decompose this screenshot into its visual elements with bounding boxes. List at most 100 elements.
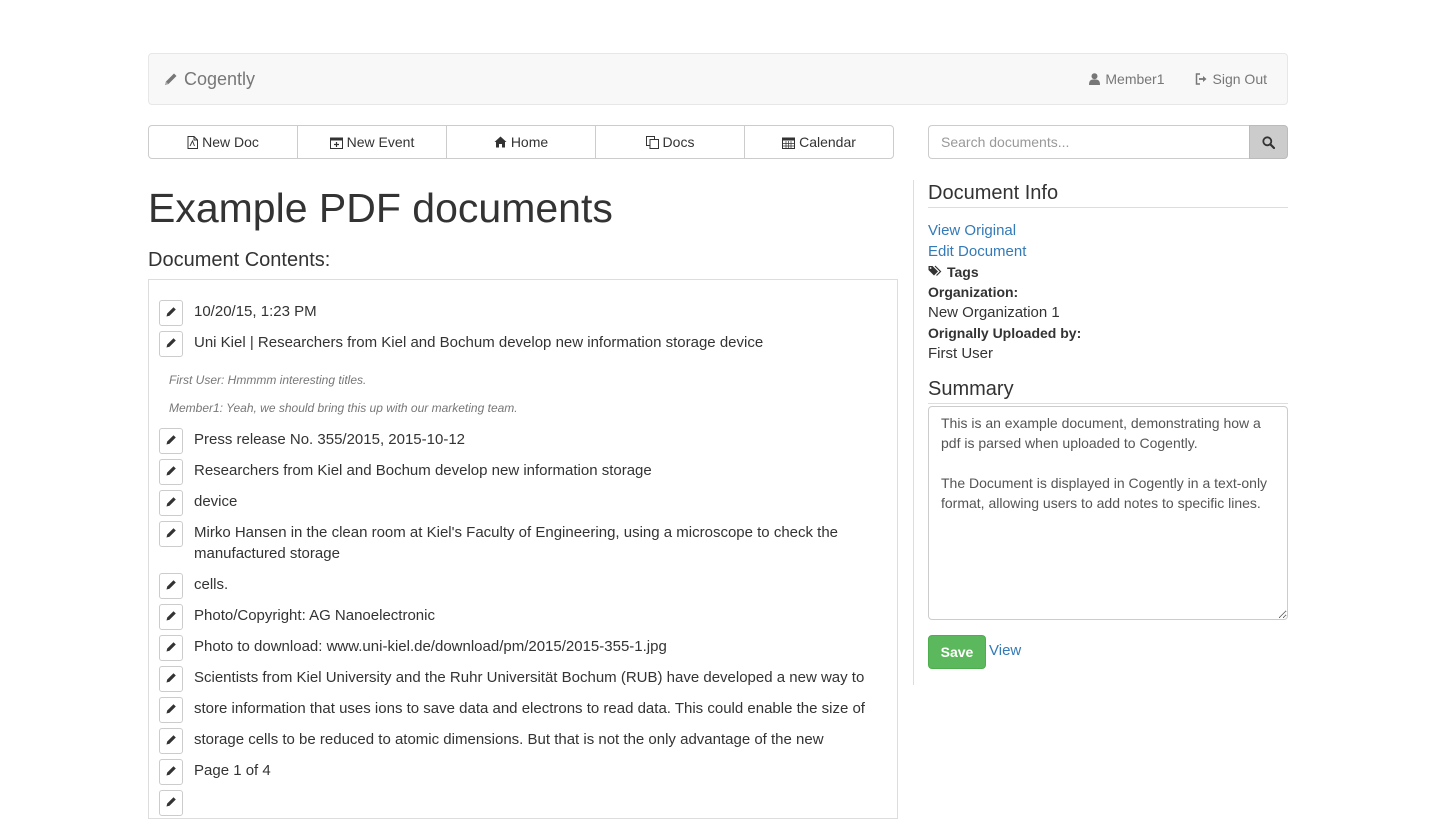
document-line: Researchers from Kiel and Bochum develop… bbox=[159, 459, 879, 485]
edit-line-button[interactable] bbox=[159, 759, 183, 785]
brand[interactable]: Cogently bbox=[164, 54, 255, 104]
pencil-icon bbox=[166, 432, 177, 450]
organization-value: New Organization 1 bbox=[928, 304, 1060, 321]
line-text: device bbox=[194, 493, 238, 510]
new-doc-button[interactable]: New Doc bbox=[148, 125, 298, 159]
column-divider bbox=[913, 180, 914, 685]
new-doc-label: New Doc bbox=[202, 134, 259, 150]
line-text: Researchers from Kiel and Bochum develop… bbox=[194, 462, 652, 479]
edit-line-button[interactable] bbox=[159, 666, 183, 692]
edit-line-button[interactable] bbox=[159, 459, 183, 485]
edit-document-link[interactable]: Edit Document bbox=[928, 241, 1288, 262]
line-text: Mirko Hansen in the clean room at Kiel's… bbox=[194, 524, 839, 562]
pencil-icon bbox=[166, 494, 177, 512]
pencil-icon bbox=[166, 701, 177, 719]
view-original-link[interactable]: View Original bbox=[928, 220, 1288, 241]
edit-line-button[interactable] bbox=[159, 331, 183, 357]
document-line: Photo to download: www.uni-kiel.de/downl… bbox=[159, 635, 879, 661]
calendar-button[interactable]: Calendar bbox=[744, 125, 894, 159]
line-text: Uni Kiel | Researchers from Kiel and Boc… bbox=[194, 334, 764, 351]
docs-label: Docs bbox=[662, 134, 695, 150]
document-line: Photo/Copyright: AG Nanoelectronic bbox=[159, 604, 879, 630]
pencil-icon bbox=[166, 794, 177, 812]
edit-line-button[interactable] bbox=[159, 573, 183, 599]
document-line: Scientists from Kiel University and the … bbox=[159, 666, 879, 692]
sign-out-icon bbox=[1195, 73, 1208, 85]
document-line: 10/20/15, 1:23 PM bbox=[159, 300, 879, 326]
edit-line-button[interactable] bbox=[159, 428, 183, 454]
document-info-heading: Document Info bbox=[928, 180, 1288, 208]
line-text: Press release No. 355/2015, 2015-10-12 bbox=[194, 431, 466, 448]
pencil-icon bbox=[166, 732, 177, 750]
pencil-icon bbox=[166, 335, 177, 353]
line-text: 10/20/15, 1:23 PM bbox=[194, 303, 317, 320]
line-note: First User: Hmmmm interesting titles. bbox=[169, 373, 367, 387]
brand-label: Cogently bbox=[184, 69, 256, 89]
search-input[interactable] bbox=[928, 125, 1249, 159]
uploaded-by-label: Orignally Uploaded by: bbox=[928, 325, 1082, 341]
home-button[interactable]: Home bbox=[446, 125, 596, 159]
sign-out-label: Sign Out bbox=[1212, 71, 1267, 87]
save-button[interactable]: Save bbox=[928, 635, 986, 669]
document-line: cells. bbox=[159, 573, 879, 599]
pdf-file-icon bbox=[187, 135, 199, 149]
document-contents[interactable]: 10/20/15, 1:23 PM Uni Kiel | Researchers… bbox=[148, 279, 898, 819]
calendar-label: Calendar bbox=[799, 134, 856, 150]
document-line: Press release No. 355/2015, 2015-10-12 bbox=[159, 428, 879, 454]
pencil-icon bbox=[166, 639, 177, 657]
search-icon bbox=[1262, 135, 1275, 149]
line-text: Photo/Copyright: AG Nanoelectronic bbox=[194, 607, 435, 624]
tags-row: Tags bbox=[928, 262, 1288, 282]
document-line: storage cells to be reduced to atomic di… bbox=[159, 728, 879, 754]
edit-line-button[interactable] bbox=[159, 697, 183, 723]
tags-label: Tags bbox=[947, 264, 979, 280]
uploaded-by-value: First User bbox=[928, 345, 993, 362]
line-text: Page 1 of 4 bbox=[194, 762, 271, 779]
tags-icon bbox=[928, 262, 943, 282]
view-link[interactable]: View bbox=[989, 642, 1021, 659]
pencil-icon bbox=[166, 608, 177, 626]
user-icon bbox=[1089, 73, 1101, 85]
search-bar bbox=[928, 125, 1288, 159]
main-toolbar: New Doc New Event Home Docs Calendar bbox=[148, 125, 894, 159]
summary-heading: Summary bbox=[928, 376, 1288, 404]
document-line bbox=[159, 790, 879, 816]
line-text: cells. bbox=[194, 576, 229, 593]
home-icon bbox=[494, 136, 507, 148]
document-line: Mirko Hansen in the clean room at Kiel's… bbox=[159, 521, 879, 564]
sign-out-link[interactable]: Sign Out bbox=[1195, 71, 1267, 87]
edit-line-button[interactable] bbox=[159, 300, 183, 326]
edit-line-button[interactable] bbox=[159, 521, 183, 547]
search-button[interactable] bbox=[1249, 125, 1288, 159]
pencil-icon bbox=[166, 525, 177, 543]
edit-line-button[interactable] bbox=[159, 604, 183, 630]
edit-line-button[interactable] bbox=[159, 490, 183, 516]
document-line: device bbox=[159, 490, 879, 516]
document-line: Uni Kiel | Researchers from Kiel and Boc… bbox=[159, 331, 879, 357]
document-line: Page 1 of 4 bbox=[159, 759, 879, 785]
navbar: Cogently Member1 Sign Out bbox=[148, 53, 1288, 105]
pencil-icon bbox=[166, 304, 177, 322]
summary-textarea[interactable]: This is an example document, demonstrati… bbox=[928, 406, 1288, 620]
organization-label: Organization: bbox=[928, 284, 1019, 300]
new-event-button[interactable]: New Event bbox=[297, 125, 447, 159]
pencil-icon bbox=[166, 670, 177, 688]
edit-line-button[interactable] bbox=[159, 728, 183, 754]
line-text: storage cells to be reduced to atomic di… bbox=[194, 731, 824, 748]
pencil-icon bbox=[166, 763, 177, 781]
contents-heading: Document Contents: bbox=[148, 249, 331, 271]
calendar-icon bbox=[782, 136, 796, 149]
line-note: Member1: Yeah, we should bring this up w… bbox=[169, 401, 518, 415]
user-label: Member1 bbox=[1105, 71, 1165, 87]
line-text: Scientists from Kiel University and the … bbox=[194, 669, 865, 686]
document-line: store information that uses ions to save… bbox=[159, 697, 879, 723]
new-event-label: New Event bbox=[346, 134, 415, 150]
user-menu[interactable]: Member1 bbox=[1089, 71, 1165, 87]
line-text: Photo to download: www.uni-kiel.de/downl… bbox=[194, 638, 667, 655]
docs-button[interactable]: Docs bbox=[595, 125, 745, 159]
edit-line-button[interactable] bbox=[159, 790, 183, 816]
edit-line-button[interactable] bbox=[159, 635, 183, 661]
home-label: Home bbox=[510, 134, 549, 150]
page-title: Example PDF documents bbox=[148, 185, 613, 231]
pencil-icon bbox=[166, 577, 177, 595]
